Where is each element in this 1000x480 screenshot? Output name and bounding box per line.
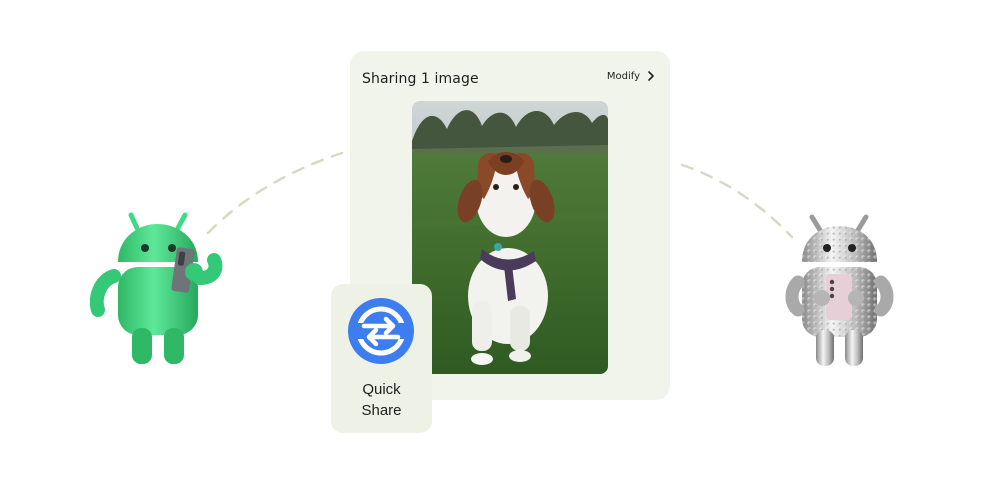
quick-share-arrows-icon xyxy=(348,298,414,364)
shared-image-thumbnail[interactable] xyxy=(412,101,608,374)
green-android-bot xyxy=(90,212,223,364)
share-sheet-title: Sharing 1 image xyxy=(362,71,479,87)
quick-share-button[interactable]: Quick Share xyxy=(331,284,432,433)
modify-button[interactable]: Modify xyxy=(607,70,656,82)
modify-label: Modify xyxy=(606,70,640,82)
chevron-right-icon xyxy=(648,71,654,81)
silver-android-bot xyxy=(785,214,894,366)
quick-share-label: Quick Share xyxy=(361,381,402,419)
